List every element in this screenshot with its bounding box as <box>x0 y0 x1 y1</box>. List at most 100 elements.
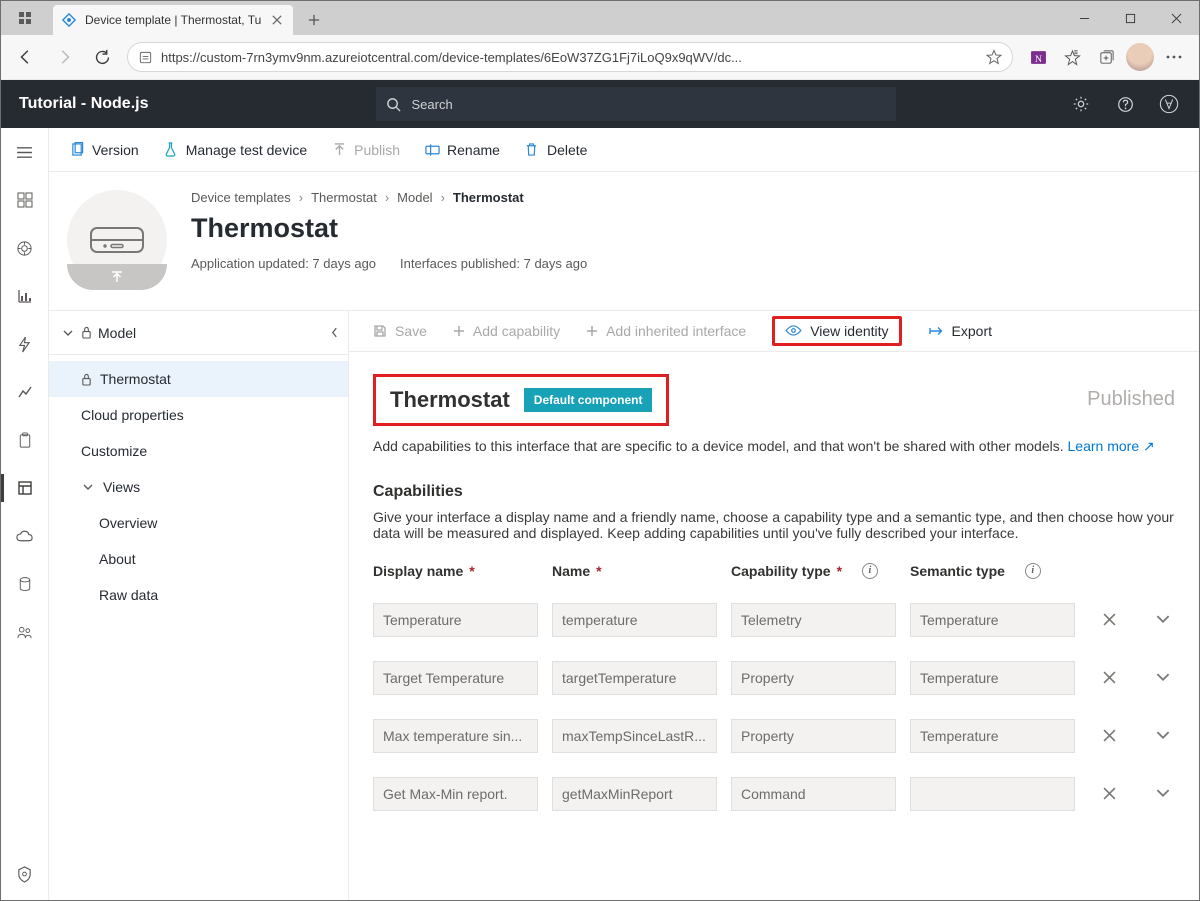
tree-item[interactable]: Customize <box>49 433 348 469</box>
rail-clipboard-icon[interactable] <box>1 426 49 454</box>
remove-row-icon[interactable] <box>1089 787 1129 800</box>
capability-type-field[interactable]: Command <box>731 777 896 811</box>
tree-item[interactable]: Overview <box>49 505 348 541</box>
tree-item[interactable]: Cloud properties <box>49 397 348 433</box>
address-field[interactable]: https://custom-7rn3ymv9nm.azureiotcentra… <box>127 42 1013 72</box>
save-icon <box>373 324 387 338</box>
capability-type-field[interactable]: Property <box>731 661 896 695</box>
crumb-b[interactable]: Model <box>397 190 432 205</box>
tree-item[interactable]: Raw data <box>49 577 348 613</box>
settings-gear-icon[interactable] <box>1061 84 1101 124</box>
info-icon-2[interactable]: i <box>1025 563 1041 579</box>
rail-data-export-icon[interactable] <box>1 570 49 598</box>
crumb-root[interactable]: Device templates <box>191 190 291 205</box>
rail-analytics-icon[interactable] <box>1 282 49 310</box>
expand-row-icon[interactable] <box>1143 731 1183 740</box>
profile-avatar[interactable] <box>1123 40 1157 74</box>
help-icon[interactable] <box>1105 84 1145 124</box>
manage-test-device-button[interactable]: Manage test device <box>163 142 307 158</box>
tree-item-label: Customize <box>81 443 147 459</box>
remove-row-icon[interactable] <box>1089 729 1129 742</box>
refresh-button[interactable] <box>85 40 119 74</box>
info-icon[interactable]: i <box>862 563 878 579</box>
collections-icon[interactable] <box>1089 40 1123 74</box>
content-toolbar: Save Add capability Add inherited interf… <box>349 311 1199 352</box>
crumb-c: Thermostat <box>453 190 524 205</box>
app-brand[interactable]: Tutorial - Node.js <box>1 95 166 113</box>
meta-app-updated: Application updated: 7 days ago <box>191 256 376 271</box>
col-cap-type: Capability type * i <box>731 563 896 579</box>
forward-button[interactable] <box>47 40 81 74</box>
display-name-field[interactable]: Max temperature sin... <box>373 719 538 753</box>
name-field[interactable]: maxTempSinceLastR... <box>552 719 717 753</box>
crumb-a[interactable]: Thermostat <box>311 190 377 205</box>
display-name-field[interactable]: Target Temperature <box>373 661 538 695</box>
remove-row-icon[interactable] <box>1089 671 1129 684</box>
favicon-icon <box>61 12 77 28</box>
name-field[interactable]: targetTemperature <box>552 661 717 695</box>
back-button[interactable] <box>9 40 43 74</box>
browser-address-bar: https://custom-7rn3ymv9nm.azureiotcentra… <box>1 35 1199 80</box>
expand-row-icon[interactable] <box>1143 789 1183 798</box>
rename-button[interactable]: Rename <box>424 142 500 158</box>
add-inherited-interface-button: Add inherited interface <box>586 323 746 339</box>
site-info-icon[interactable] <box>138 50 153 65</box>
account-icon[interactable] <box>1149 84 1189 124</box>
favorites-bar-icon[interactable] <box>1055 40 1089 74</box>
view-identity-button[interactable]: View identity <box>772 316 901 346</box>
semantic-type-field[interactable] <box>910 777 1075 811</box>
capabilities-desc: Give your interface a display name and a… <box>373 509 1175 541</box>
semantic-type-field[interactable]: Temperature <box>910 603 1075 637</box>
tree-item-label: Thermostat <box>100 371 171 387</box>
collapse-tree-icon[interactable] <box>331 327 338 338</box>
external-link-icon: ↗ <box>1143 438 1155 454</box>
browser-tab[interactable]: Device template | Thermostat, Tu <box>53 5 293 35</box>
onenote-extension-icon[interactable]: N <box>1021 40 1055 74</box>
browser-menu-icon[interactable] <box>1157 40 1191 74</box>
favorite-icon[interactable] <box>986 49 1002 65</box>
tree-item[interactable]: Thermostat <box>49 361 348 397</box>
tree-item[interactable]: Views <box>49 469 348 505</box>
rail-devices-icon[interactable] <box>1 234 49 262</box>
rail-templates-icon[interactable] <box>1 474 49 502</box>
rail-cloud-icon[interactable] <box>1 522 49 550</box>
capability-type-field[interactable]: Property <box>731 719 896 753</box>
url-text: https://custom-7rn3ymv9nm.azureiotcentra… <box>161 50 978 65</box>
name-field[interactable]: getMaxMinReport <box>552 777 717 811</box>
window-close-button[interactable] <box>1153 1 1199 35</box>
component-title-block: Thermostat Default component <box>373 374 669 426</box>
semantic-type-field[interactable]: Temperature <box>910 719 1075 753</box>
learn-more-link[interactable]: Learn more ↗ <box>1068 438 1155 454</box>
rail-admin-icon[interactable] <box>1 618 49 646</box>
search-input[interactable]: Search <box>376 87 896 121</box>
rail-menu-icon[interactable] <box>1 138 49 166</box>
rail-dashboard-icon[interactable] <box>1 186 49 214</box>
expand-row-icon[interactable] <box>1143 673 1183 682</box>
rail-feedback-icon[interactable] <box>1 860 49 888</box>
expand-row-icon[interactable] <box>1143 615 1183 624</box>
name-field[interactable]: temperature <box>552 603 717 637</box>
model-tree-header[interactable]: Model <box>49 311 348 355</box>
version-button[interactable]: Version <box>69 142 139 158</box>
display-name-field[interactable]: Temperature <box>373 603 538 637</box>
display-name-field[interactable]: Get Max-Min report. <box>373 777 538 811</box>
export-button[interactable]: Export <box>928 323 992 339</box>
trash-icon <box>524 142 540 158</box>
delete-button[interactable]: Delete <box>524 142 587 158</box>
rail-rules-icon[interactable] <box>1 330 49 358</box>
remove-row-icon[interactable] <box>1089 613 1129 626</box>
command-bar: Version Manage test device Publish Renam… <box>49 128 1199 172</box>
browser-tab-title: Device template | Thermostat, Tu <box>85 13 261 27</box>
window-maximize-button[interactable] <box>1107 1 1153 35</box>
tree-item[interactable]: About <box>49 541 348 577</box>
capability-type-field[interactable]: Telemetry <box>731 603 896 637</box>
template-icon <box>67 190 167 290</box>
plus-icon <box>453 325 465 337</box>
rail-jobs-icon[interactable] <box>1 378 49 406</box>
save-button: Save <box>373 323 427 339</box>
window-minimize-button[interactable] <box>1061 1 1107 35</box>
close-tab-icon[interactable] <box>269 12 285 28</box>
publish-icon <box>331 142 347 158</box>
semantic-type-field[interactable]: Temperature <box>910 661 1075 695</box>
new-tab-button[interactable] <box>299 5 329 35</box>
